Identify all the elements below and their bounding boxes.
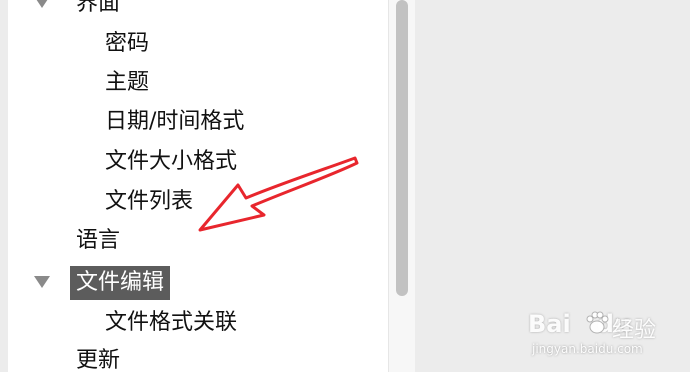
- red-arrow-annotation: [198, 156, 359, 232]
